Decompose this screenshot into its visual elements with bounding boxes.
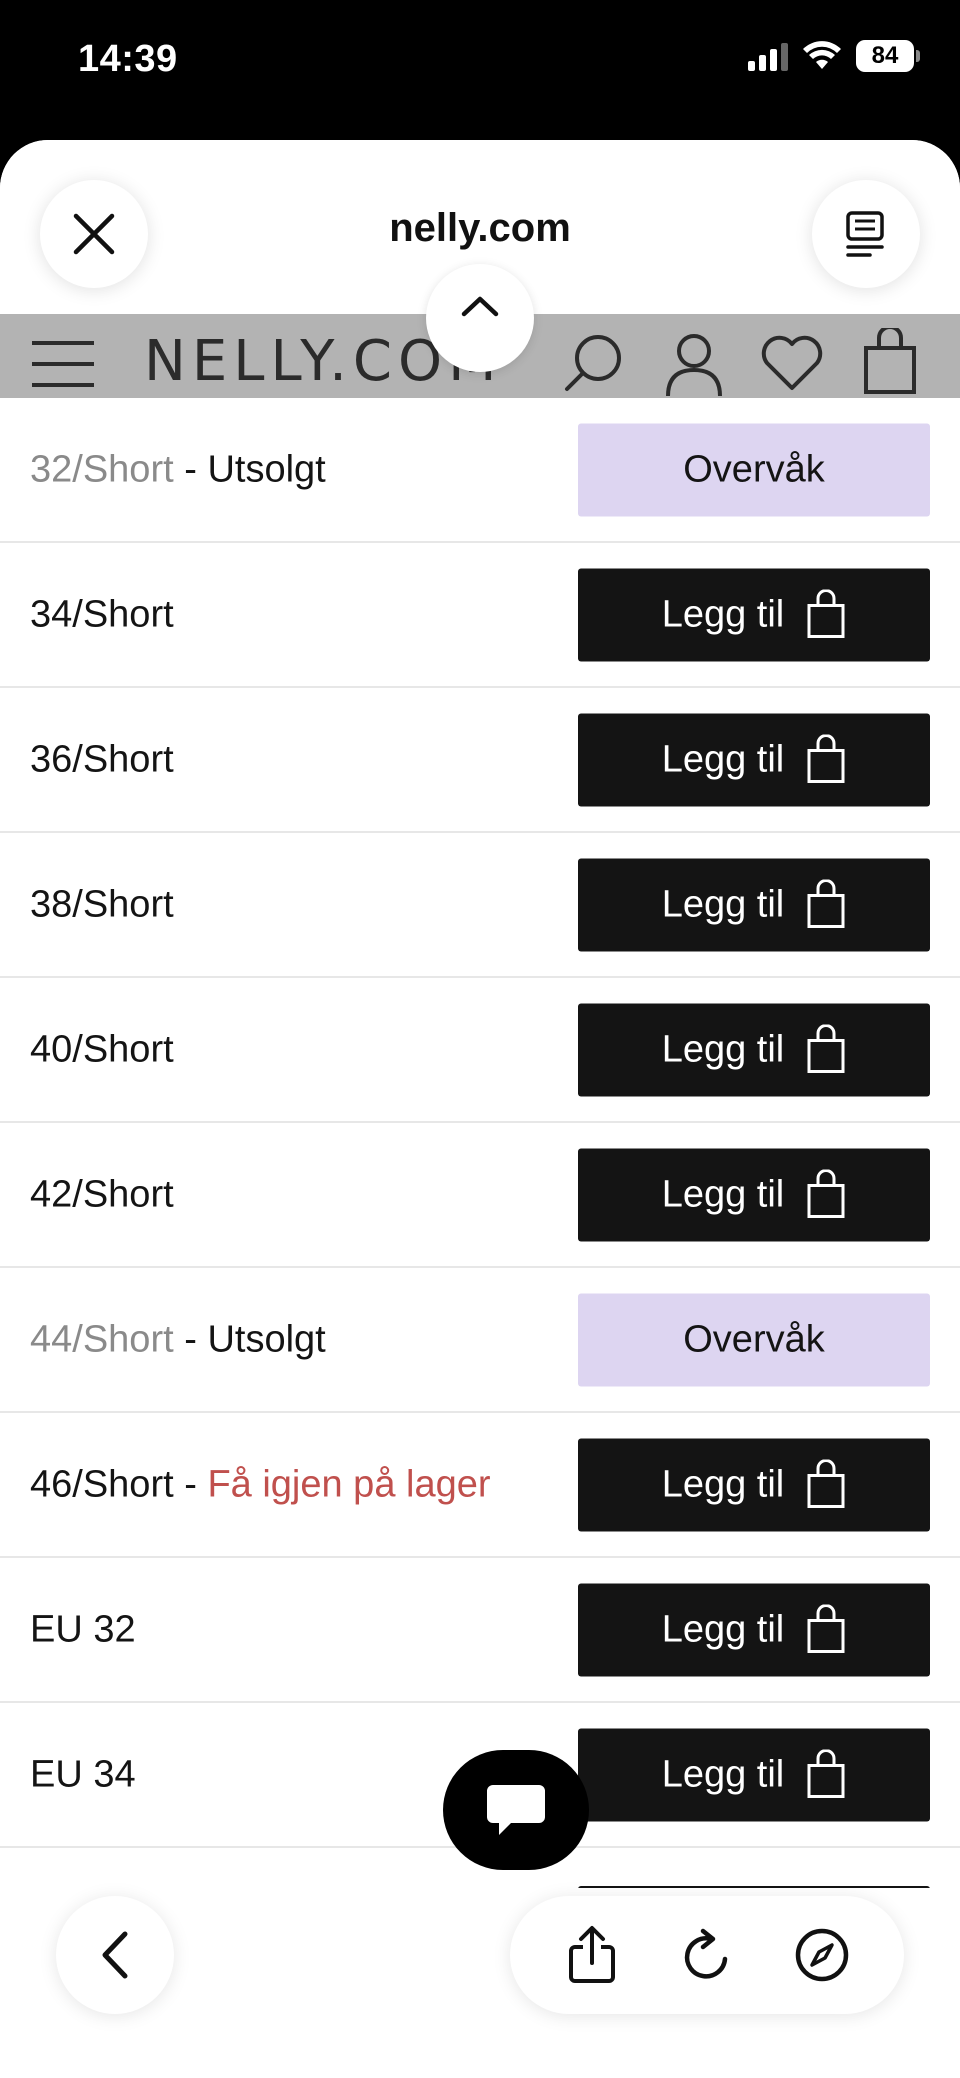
search-icon[interactable] bbox=[562, 332, 624, 394]
size-label: 32/Short - Utsolgt bbox=[30, 448, 326, 491]
size-row: 34/Short Legg til bbox=[0, 543, 960, 688]
reload-button[interactable] bbox=[667, 1915, 747, 1995]
share-button[interactable] bbox=[552, 1915, 632, 1995]
size-row: 42/Short Legg til bbox=[0, 1123, 960, 1268]
size-value: EU 32 bbox=[30, 1608, 136, 1650]
button-label: Legg til bbox=[661, 1608, 785, 1650]
size-label: 36/Short bbox=[30, 738, 174, 781]
bag-icon bbox=[807, 1459, 845, 1508]
watch-button[interactable]: Overvåk bbox=[578, 423, 930, 516]
button-label: Legg til bbox=[661, 1028, 785, 1070]
heart-icon[interactable] bbox=[760, 334, 824, 392]
back-icon bbox=[102, 1931, 128, 1979]
compass-button[interactable] bbox=[782, 1915, 862, 1995]
reader-icon bbox=[846, 211, 884, 257]
bag-icon bbox=[807, 1604, 845, 1653]
status-time: 14:39 bbox=[78, 38, 178, 80]
bag-icon bbox=[807, 1024, 845, 1073]
chat-bubble-icon bbox=[487, 1785, 545, 1835]
bag-icon bbox=[807, 879, 845, 928]
add-to-cart-button[interactable]: Legg til bbox=[578, 858, 930, 951]
stock-status: Utsolgt bbox=[207, 448, 326, 490]
size-value: 44/Short bbox=[30, 1318, 174, 1360]
browser-toolbar bbox=[0, 1888, 960, 2078]
stock-status: Få igjen på lager bbox=[207, 1463, 491, 1505]
stock-status: Utsolgt bbox=[207, 1318, 326, 1360]
action-pill bbox=[510, 1896, 904, 2014]
add-to-cart-button[interactable]: Legg til bbox=[578, 568, 930, 661]
share-icon bbox=[568, 1926, 615, 1983]
size-row: 32/Short - Utsolgt Overvåk bbox=[0, 398, 960, 543]
status-bar: 14:39 84 bbox=[0, 0, 960, 130]
watch-button[interactable]: Overvåk bbox=[578, 1293, 930, 1386]
size-value: 40/Short bbox=[30, 1028, 174, 1070]
status-separator: - bbox=[173, 1318, 208, 1360]
signal-icon bbox=[748, 41, 788, 71]
size-value: EU 34 bbox=[30, 1753, 136, 1795]
button-label: Overvåk bbox=[683, 448, 825, 490]
battery-icon: 84 bbox=[856, 40, 920, 72]
battery-level: 84 bbox=[856, 40, 914, 72]
size-list: 32/Short - Utsolgt Overvåk 34/Short Legg ti… bbox=[0, 398, 960, 1926]
size-label: 44/Short - Utsolgt bbox=[30, 1318, 326, 1361]
bag-icon bbox=[807, 1169, 845, 1218]
collapse-toolbar-button[interactable] bbox=[426, 264, 534, 372]
button-label: Legg til bbox=[661, 738, 785, 780]
bag-icon bbox=[807, 734, 845, 783]
size-value: 36/Short bbox=[30, 738, 174, 780]
size-label: EU 32 bbox=[30, 1608, 136, 1651]
size-row: EU 32 Legg til bbox=[0, 1558, 960, 1703]
reader-button[interactable] bbox=[812, 180, 920, 288]
size-row: 40/Short Legg til bbox=[0, 978, 960, 1123]
button-label: Legg til bbox=[661, 1463, 785, 1505]
button-label: Legg til bbox=[661, 1173, 785, 1215]
size-label: 34/Short bbox=[30, 593, 174, 636]
size-label: 38/Short bbox=[30, 883, 174, 926]
size-value: 32/Short bbox=[30, 448, 174, 490]
size-value: 46/Short bbox=[30, 1463, 174, 1505]
status-separator: - bbox=[173, 1463, 208, 1505]
status-icons: 84 bbox=[748, 40, 920, 72]
add-to-cart-button[interactable]: Legg til bbox=[578, 1003, 930, 1096]
status-separator: - bbox=[173, 448, 208, 490]
wifi-icon bbox=[803, 41, 841, 69]
chevron-up-icon bbox=[461, 296, 499, 317]
size-row: 38/Short Legg til bbox=[0, 833, 960, 978]
back-button[interactable] bbox=[56, 1896, 174, 2014]
size-label: EU 34 bbox=[30, 1753, 136, 1796]
add-to-cart-button[interactable]: Legg til bbox=[578, 1438, 930, 1531]
button-label: Legg til bbox=[661, 593, 785, 635]
size-row: 46/Short - Få igjen på lager Legg til bbox=[0, 1413, 960, 1558]
size-label: 40/Short bbox=[30, 1028, 174, 1071]
compass-icon bbox=[796, 1928, 849, 1982]
size-row: 44/Short - Utsolgt Overvåk bbox=[0, 1268, 960, 1413]
account-icon[interactable] bbox=[664, 332, 724, 398]
bag-icon bbox=[807, 589, 845, 638]
add-to-cart-button[interactable]: Legg til bbox=[578, 1583, 930, 1676]
browser-sheet: nelly.com NELLY.COM 32/Short - Utsolgt O… bbox=[0, 140, 960, 2078]
bag-icon bbox=[807, 1749, 845, 1798]
reload-icon bbox=[684, 1928, 728, 1979]
add-to-cart-button[interactable]: Legg til bbox=[578, 713, 930, 806]
hamburger-menu-icon[interactable] bbox=[30, 340, 96, 388]
size-value: 34/Short bbox=[30, 593, 174, 635]
chat-button[interactable] bbox=[443, 1750, 589, 1870]
add-to-cart-button[interactable]: Legg til bbox=[578, 1728, 930, 1821]
size-value: 38/Short bbox=[30, 883, 174, 925]
size-value: 42/Short bbox=[30, 1173, 174, 1215]
button-label: Legg til bbox=[661, 1753, 785, 1795]
size-label: 42/Short bbox=[30, 1173, 174, 1216]
add-to-cart-button[interactable]: Legg til bbox=[578, 1148, 930, 1241]
size-row: 36/Short Legg til bbox=[0, 688, 960, 833]
size-label: 46/Short - Få igjen på lager bbox=[30, 1463, 491, 1506]
button-label: Legg til bbox=[661, 883, 785, 925]
button-label: Overvåk bbox=[683, 1318, 825, 1360]
bag-icon[interactable] bbox=[862, 328, 918, 394]
